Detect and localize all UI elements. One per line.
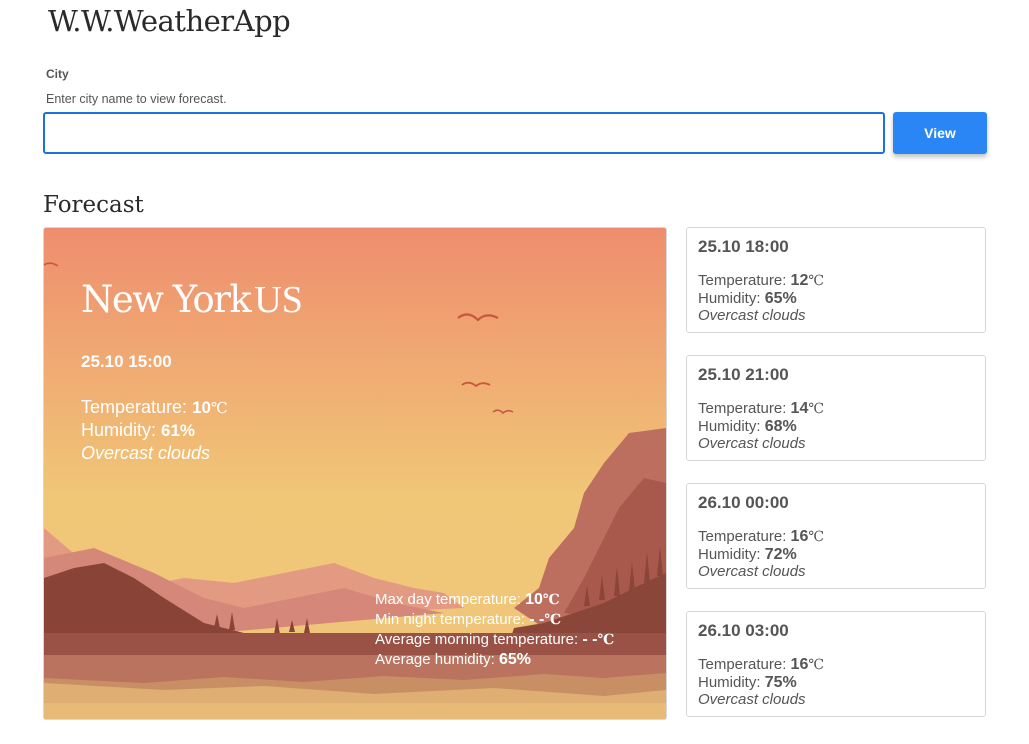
forecast-item-card: 26.10 03:00 Temperature: 16℃ Humidity: 7… bbox=[686, 611, 986, 717]
current-humidity: Humidity: 61% bbox=[81, 420, 196, 440]
forecast-item-description: Overcast clouds bbox=[698, 307, 806, 324]
forecast-item-temperature: Temperature: 16℃ bbox=[698, 656, 825, 673]
daily-summary: Max day temperature: 10℃ Min night tempe… bbox=[375, 590, 614, 670]
forecast-item-temperature: Temperature: 16℃ bbox=[698, 528, 825, 545]
forecast-item-description: Overcast clouds bbox=[698, 435, 806, 452]
current-forecast-card: New York US 25.10 15:00 Temperature: 10℃ … bbox=[43, 227, 667, 720]
view-button[interactable]: View bbox=[893, 112, 987, 154]
country-code: US bbox=[254, 279, 303, 321]
forecast-item-temperature: Temperature: 12℃ bbox=[698, 272, 825, 289]
forecast-heading: Forecast bbox=[43, 192, 144, 218]
forecast-item-card: 26.10 00:00 Temperature: 16℃ Humidity: 7… bbox=[686, 483, 986, 589]
forecast-item-description: Overcast clouds bbox=[698, 691, 806, 708]
min-night-temperature: Min night temperature: - -℃ bbox=[375, 611, 562, 628]
forecast-item-temperature: Temperature: 14℃ bbox=[698, 400, 825, 417]
current-time: 25.10 15:00 bbox=[81, 352, 172, 371]
city-name-text: New York bbox=[81, 278, 252, 321]
forecast-item-humidity: Humidity: 65% bbox=[698, 290, 797, 307]
forecast-item-humidity: Humidity: 68% bbox=[698, 418, 797, 435]
forecast-item-card: 25.10 18:00 Temperature: 12℃ Humidity: 6… bbox=[686, 227, 986, 333]
forecast-item-humidity: Humidity: 75% bbox=[698, 674, 797, 691]
app-title: W.W.WeatherApp bbox=[48, 4, 291, 38]
city-name: New York US bbox=[81, 278, 303, 322]
forecast-item-time: 26.10 03:00 bbox=[698, 621, 789, 640]
city-search-input[interactable] bbox=[43, 112, 885, 154]
avg-morning-temperature: Average morning temperature: - -℃ bbox=[375, 631, 615, 648]
forecast-item-humidity: Humidity: 72% bbox=[698, 546, 797, 563]
forecast-item-time: 26.10 00:00 bbox=[698, 493, 789, 512]
forecast-item-time: 25.10 21:00 bbox=[698, 365, 789, 384]
current-temperature: Temperature: 10℃ bbox=[81, 397, 228, 417]
forecast-item-card: 25.10 21:00 Temperature: 14℃ Humidity: 6… bbox=[686, 355, 986, 461]
forecast-item-description: Overcast clouds bbox=[698, 563, 806, 580]
current-details: Temperature: 10℃ Humidity: 61% Overcast … bbox=[81, 396, 228, 464]
max-day-temperature: Max day temperature: 10℃ bbox=[375, 591, 560, 608]
forecast-item-time: 25.10 18:00 bbox=[698, 237, 789, 256]
city-label: City bbox=[46, 67, 69, 81]
city-hint: Enter city name to view forecast. bbox=[46, 92, 227, 106]
avg-humidity: Average humidity: 65% bbox=[375, 651, 531, 668]
current-description: Overcast clouds bbox=[81, 443, 211, 463]
